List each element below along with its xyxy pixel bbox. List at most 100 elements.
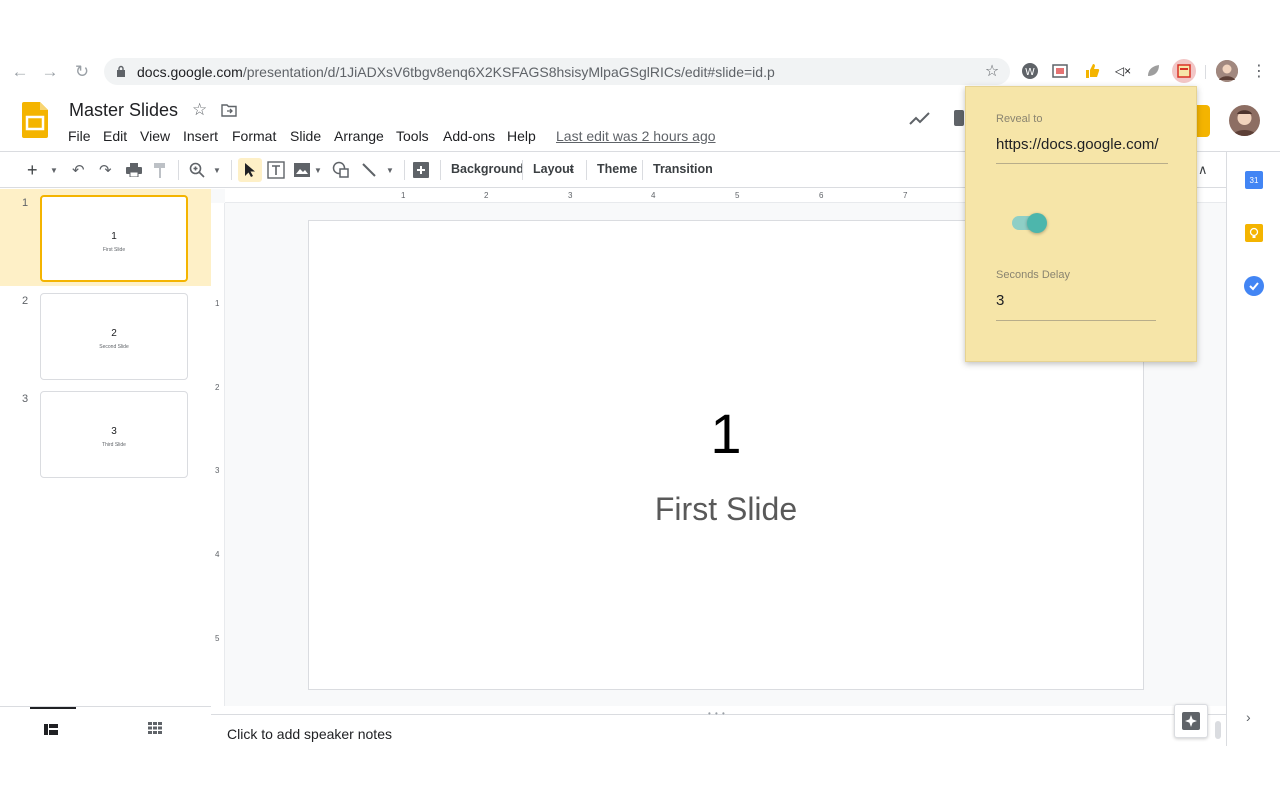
toolbar-separator xyxy=(586,160,587,180)
extension-leaf-icon[interactable] xyxy=(1143,61,1163,81)
vertical-ruler[interactable]: 1 2 3 4 5 xyxy=(211,203,225,706)
browser-toolbar: ← → ↻ docs.google.com/presentation/d/1Ji… xyxy=(0,56,1280,88)
seconds-delay-input[interactable]: 3 xyxy=(996,292,1004,309)
undo-icon[interactable]: ↶ xyxy=(72,158,85,182)
mute-icon[interactable]: ◁× xyxy=(1113,61,1133,81)
slide-title-text[interactable]: 1 xyxy=(309,401,1143,466)
slide-thumbnail[interactable]: 3 Third Slide xyxy=(40,391,188,478)
menu-slide[interactable]: Slide xyxy=(290,128,321,144)
print-icon[interactable] xyxy=(126,158,142,182)
collapse-chevron-up-icon[interactable]: ∧ xyxy=(1198,158,1208,182)
slide-thumbnail-row[interactable]: 2 2 Second Slide xyxy=(0,287,211,384)
toolbar-divider xyxy=(1205,65,1206,79)
menu-add-ons[interactable]: Add-ons xyxy=(443,128,495,144)
last-edit-link[interactable]: Last edit was 2 hours ago xyxy=(556,128,716,144)
image-dropdown-icon[interactable]: ▼ xyxy=(314,158,322,182)
slide-thumbnail[interactable]: 2 Second Slide xyxy=(40,293,188,380)
menu-file[interactable]: File xyxy=(68,128,91,144)
select-cursor-icon[interactable] xyxy=(238,158,262,182)
thumbnail-subtitle: First Slide xyxy=(42,247,186,253)
lock-icon xyxy=(115,63,127,79)
ruler-mark: 1 xyxy=(401,191,405,200)
speaker-notes-placeholder[interactable]: Click to add speaker notes xyxy=(227,726,392,742)
ruler-mark: 3 xyxy=(568,191,572,200)
shape-icon[interactable] xyxy=(332,158,350,182)
add-comment-icon[interactable] xyxy=(413,158,429,182)
calendar-icon[interactable]: 31 xyxy=(1245,171,1263,189)
theme-button[interactable]: Theme xyxy=(597,162,637,176)
seconds-delay-label: Seconds Delay xyxy=(996,269,1070,281)
menu-format[interactable]: Format xyxy=(232,128,276,144)
reveal-to-input[interactable]: https://docs.google.com/ xyxy=(996,136,1168,153)
move-folder-icon[interactable] xyxy=(221,104,237,122)
thumbs-up-icon[interactable] xyxy=(1082,61,1102,81)
slide-thumbnail[interactable]: 1 First Slide xyxy=(40,195,188,282)
menu-view[interactable]: View xyxy=(140,128,170,144)
notes-scrollbar[interactable] xyxy=(1215,721,1221,739)
menu-edit[interactable]: Edit xyxy=(103,128,127,144)
grid-view-icon[interactable] xyxy=(148,721,162,739)
menu-help[interactable]: Help xyxy=(507,128,536,144)
star-icon[interactable]: ☆ xyxy=(192,100,207,120)
speaker-notes[interactable]: • • • Click to add speaker notes xyxy=(211,714,1226,746)
slide-subtitle-text[interactable]: First Slide xyxy=(309,491,1143,528)
extension-slides-icon[interactable] xyxy=(1050,61,1070,81)
image-icon[interactable] xyxy=(294,158,310,182)
input-underline xyxy=(996,163,1168,164)
slide-thumbnail-row[interactable]: 1 1 First Slide xyxy=(0,189,211,286)
toolbar-separator xyxy=(178,160,179,180)
share-button[interactable] xyxy=(1196,105,1210,137)
input-underline xyxy=(996,320,1156,321)
menu-tools[interactable]: Tools xyxy=(396,128,429,144)
comments-icon[interactable] xyxy=(954,110,964,126)
zoom-icon[interactable] xyxy=(189,158,205,182)
reveal-extension-icon[interactable] xyxy=(1172,59,1196,83)
svg-text:W: W xyxy=(1025,67,1035,78)
paint-format-icon[interactable] xyxy=(154,158,166,182)
notes-resize-handle[interactable]: • • • xyxy=(708,709,726,718)
new-slide-plus-icon[interactable]: + xyxy=(27,158,38,182)
document-title[interactable]: Master Slides xyxy=(69,100,178,121)
activity-trend-icon[interactable] xyxy=(909,112,931,131)
new-slide-dropdown-icon[interactable]: ▼ xyxy=(50,158,58,182)
profile-avatar[interactable] xyxy=(1216,60,1238,82)
zoom-dropdown-icon[interactable]: ▼ xyxy=(213,158,221,182)
tasks-icon[interactable] xyxy=(1244,276,1264,296)
slides-logo-icon[interactable] xyxy=(22,102,48,138)
redo-icon[interactable]: ↷ xyxy=(99,158,112,182)
background-button[interactable]: Background xyxy=(451,162,524,176)
ruler-mark: 2 xyxy=(215,383,219,392)
thumbnail-subtitle: Third Slide xyxy=(41,442,187,448)
toggle-switch-thumb[interactable] xyxy=(1027,213,1047,233)
bookmark-star-icon[interactable]: ☆ xyxy=(982,61,1002,81)
line-dropdown-icon[interactable]: ▼ xyxy=(386,158,394,182)
calendar-day-label: 31 xyxy=(1250,176,1259,185)
toolbar-separator xyxy=(440,160,441,180)
explore-icon[interactable] xyxy=(1174,704,1208,738)
menu-arrange[interactable]: Arrange xyxy=(334,128,384,144)
reveal-to-label: Reveal to xyxy=(996,113,1042,125)
layout-dropdown-icon[interactable]: ▼ xyxy=(568,159,575,183)
ruler-mark: 4 xyxy=(651,191,655,200)
line-icon[interactable] xyxy=(361,158,377,182)
reload-icon[interactable]: ↻ xyxy=(70,60,94,84)
ruler-mark: 2 xyxy=(484,191,488,200)
text-box-icon[interactable] xyxy=(267,158,285,182)
forward-arrow-icon[interactable]: → xyxy=(38,60,62,84)
slide-filmstrip: 1 1 First Slide 2 2 Second Slide 3 3 Thi… xyxy=(0,189,211,706)
filmstrip-view-icon[interactable] xyxy=(44,722,58,740)
browser-menu-icon[interactable]: ⋮ xyxy=(1249,61,1269,81)
address-bar[interactable]: docs.google.com/presentation/d/1JiADXsV6… xyxy=(104,58,1010,85)
ruler-mark: 1 xyxy=(215,299,219,308)
back-arrow-icon[interactable]: ← xyxy=(8,60,32,84)
keep-icon[interactable] xyxy=(1245,224,1263,242)
thumbnail-title: 3 xyxy=(41,426,187,437)
slide-number-label: 1 xyxy=(22,197,28,209)
transition-button[interactable]: Transition xyxy=(653,162,713,176)
extension-w-icon[interactable]: W xyxy=(1020,61,1040,81)
slide-thumbnail-row[interactable]: 3 3 Third Slide xyxy=(0,385,211,482)
account-avatar[interactable] xyxy=(1229,105,1260,136)
expand-chevron-right-icon[interactable]: › xyxy=(1246,709,1251,725)
menu-insert[interactable]: Insert xyxy=(183,128,218,144)
ruler-mark: 6 xyxy=(819,191,823,200)
